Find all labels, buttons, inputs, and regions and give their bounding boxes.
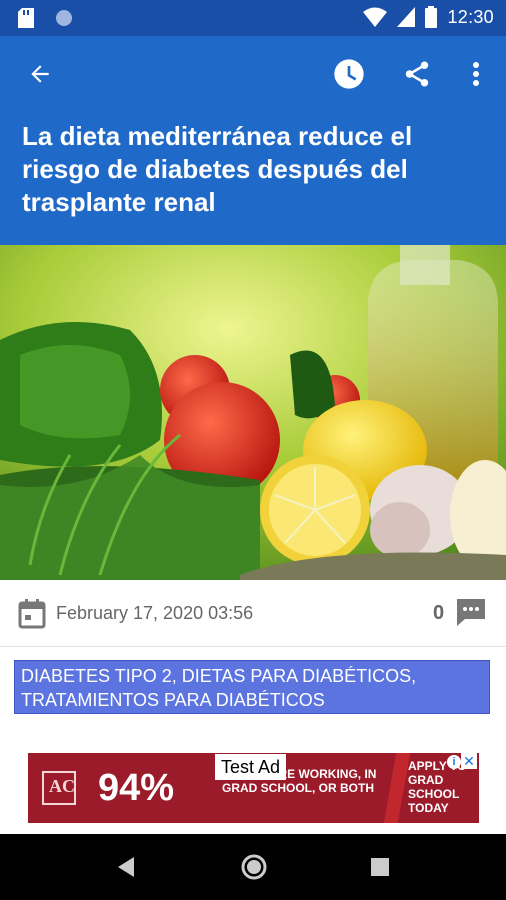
article-hero-image: [0, 245, 506, 580]
status-bar: 12:30: [0, 0, 506, 36]
back-arrow-icon: [31, 65, 49, 83]
nav-home-icon[interactable]: [241, 854, 267, 880]
app-bar: La dieta mediterránea reduce el riesgo d…: [0, 36, 506, 245]
nav-back-icon[interactable]: [116, 856, 136, 878]
ad-close-icon[interactable]: ✕: [461, 753, 477, 769]
ad-logo-text: AC: [49, 776, 75, 796]
navigation-bar: [0, 834, 506, 900]
ad-info-icon[interactable]: i: [447, 755, 461, 769]
ad-percent: 94%: [98, 767, 175, 809]
wifi-icon: [363, 7, 388, 27]
calendar-icon: [18, 599, 46, 629]
sd-card-icon: [18, 8, 34, 28]
more-vert-icon: [473, 62, 479, 86]
comment-icon[interactable]: [455, 597, 487, 627]
ad-logo: AC: [42, 771, 76, 805]
article-title: La dieta mediterránea reduce el riesgo d…: [22, 121, 413, 217]
share-icon: [405, 61, 429, 87]
article-meta: February 17, 2020 03:56 0: [0, 583, 506, 645]
circle-icon: [56, 10, 72, 26]
test-ad-label: Test Ad: [215, 754, 287, 780]
comment-count: 0: [433, 602, 445, 624]
divider: [0, 646, 506, 647]
category-tags[interactable]: DIABETES TIPO 2, DIETAS PARA DIABÉTICOS,…: [14, 660, 490, 714]
share-button[interactable]: [399, 56, 435, 92]
battery-icon: [425, 6, 438, 28]
history-button[interactable]: [331, 56, 367, 92]
back-button[interactable]: [22, 56, 58, 92]
status-time: 12:30: [447, 6, 494, 27]
more-options-button[interactable]: [458, 56, 494, 92]
signal-icon: [397, 7, 416, 27]
nav-recent-apps-icon[interactable]: [371, 858, 389, 876]
mediterranean-food-image: [0, 245, 506, 580]
clock-icon: [334, 59, 364, 89]
article-date: February 17, 2020 03:56: [56, 603, 254, 623]
